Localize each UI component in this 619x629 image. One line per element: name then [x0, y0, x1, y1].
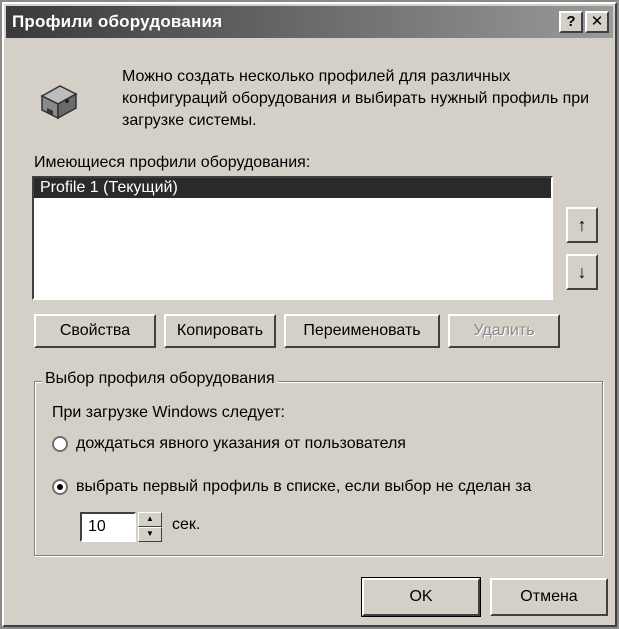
intro-text: Можно создать несколько профилей для раз… — [122, 68, 590, 129]
help-button[interactable]: ? — [559, 11, 583, 33]
available-profiles-label: Имеющиеся профили оборудования: — [34, 154, 311, 171]
copy-button[interactable]: Копировать — [164, 314, 276, 348]
first-profile-option-row[interactable]: выбрать первый профиль в списке, если вы… — [52, 478, 531, 496]
wait-option-label: дождаться явного указания от пользовател… — [76, 435, 406, 452]
ok-button[interactable]: OK — [362, 578, 480, 616]
delete-button[interactable]: Удалить — [448, 314, 560, 348]
title-bar[interactable]: Профили оборудования ? ✕ — [6, 6, 613, 38]
window-title: Профили оборудования — [12, 12, 223, 31]
first-profile-option-label: выбрать первый профиль в списке, если вы… — [76, 478, 532, 495]
profiles-listbox[interactable]: Profile 1 (Текущий) — [32, 176, 553, 300]
move-down-button[interactable]: ↓ — [566, 254, 598, 290]
properties-button[interactable]: Свойства — [34, 314, 156, 348]
group-title: Выбор профиля оборудования — [42, 370, 278, 388]
seconds-unit-label: сек. — [172, 516, 201, 533]
hardware-icon — [40, 85, 78, 120]
first-profile-radio[interactable] — [52, 479, 68, 495]
close-button[interactable]: ✕ — [585, 11, 609, 33]
hardware-profiles-dialog: Профили оборудования ? ✕ Можно создать н… — [2, 2, 617, 627]
seconds-stepper[interactable]: ▲ ▼ — [80, 512, 162, 542]
move-up-button[interactable]: ↑ — [566, 207, 598, 243]
rename-button[interactable]: Переименовать — [284, 314, 440, 348]
spin-buttons: ▲ ▼ — [138, 512, 162, 542]
spin-down-icon[interactable]: ▼ — [138, 527, 162, 542]
wait-radio[interactable] — [52, 436, 68, 452]
list-item[interactable]: Profile 1 (Текущий) — [34, 178, 551, 198]
seconds-input[interactable] — [80, 512, 136, 542]
spin-up-icon[interactable]: ▲ — [138, 512, 162, 527]
wait-option-row[interactable]: дождаться явного указания от пользовател… — [52, 435, 406, 453]
cancel-button[interactable]: Отмена — [490, 578, 608, 616]
startup-prompt: При загрузке Windows следует: — [52, 404, 285, 421]
